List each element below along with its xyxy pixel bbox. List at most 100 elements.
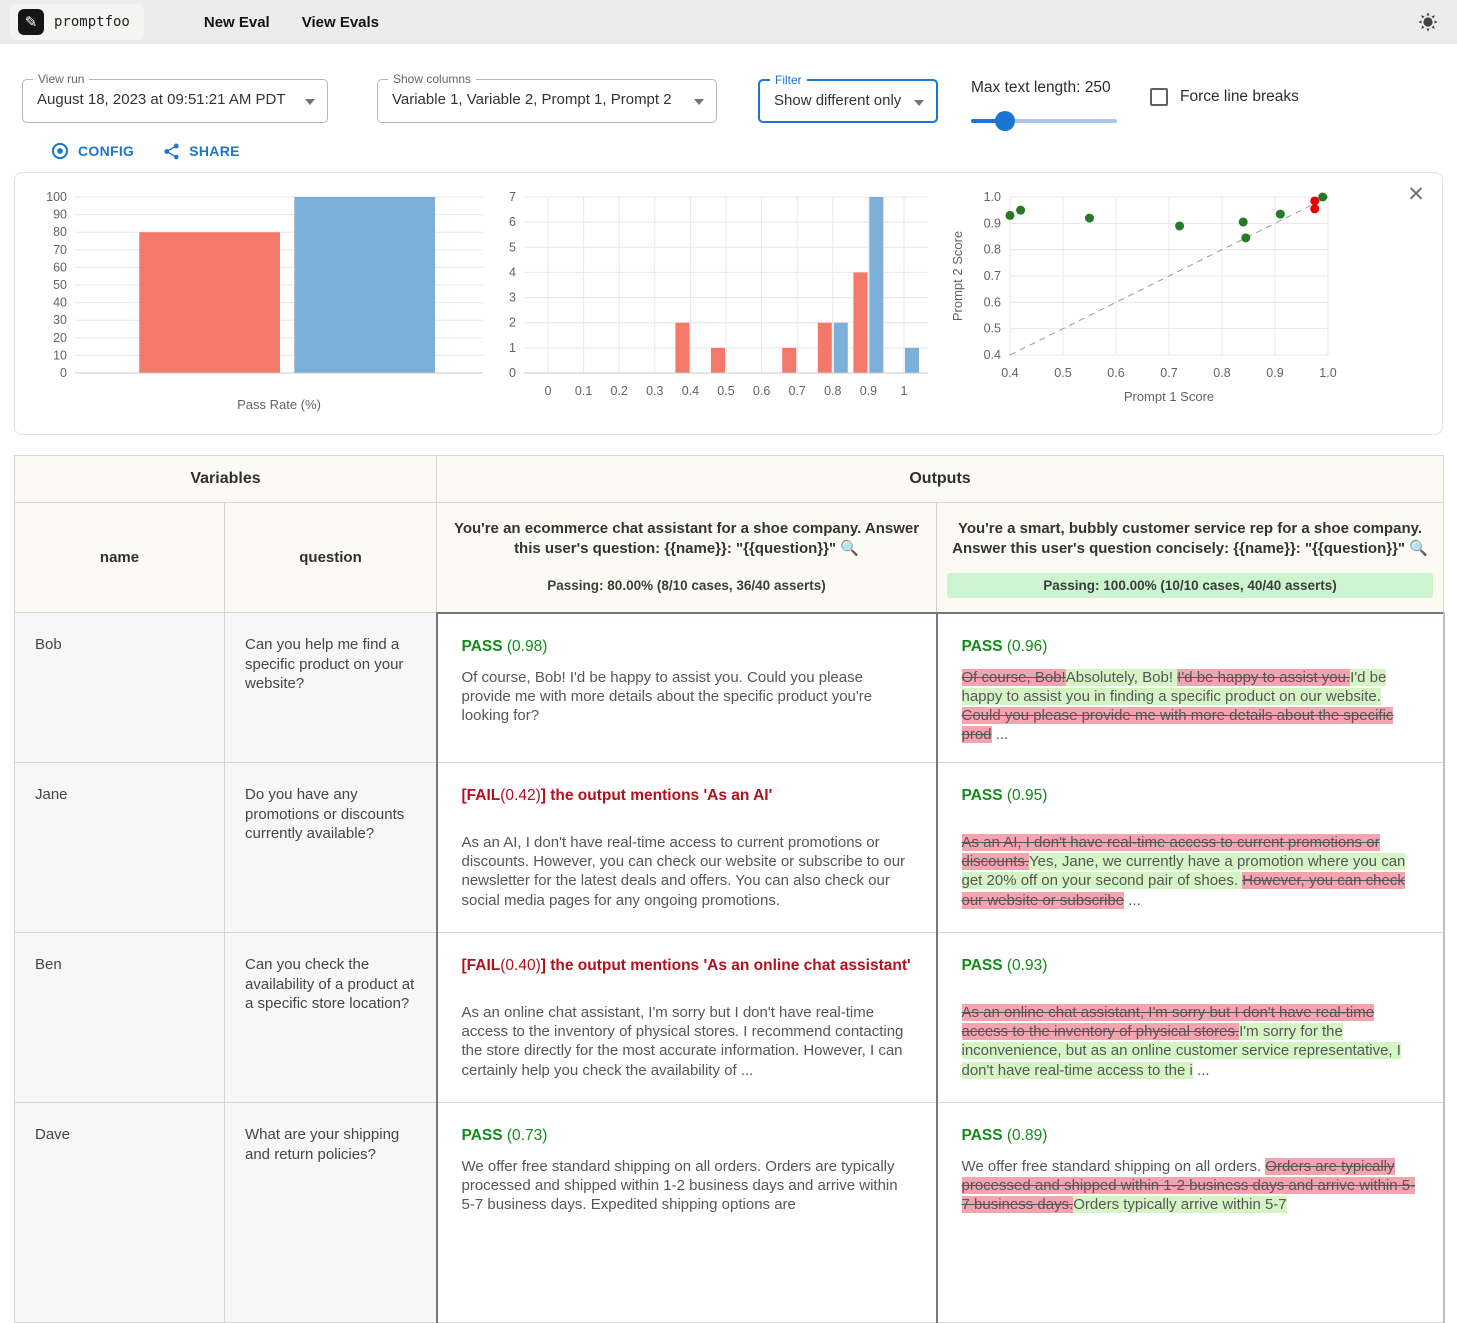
svg-text:0.8: 0.8: [1213, 366, 1230, 380]
results-table: Variables Outputs name question You're a…: [14, 455, 1445, 1323]
svg-text:0.6: 0.6: [753, 384, 770, 398]
svg-text:0: 0: [509, 366, 516, 380]
max-text-length-control: Max text length: 250: [971, 79, 1117, 123]
prompt1-output-cell[interactable]: PASS (0.73)We offer free standard shippi…: [437, 1103, 937, 1323]
chevron-down-icon: [914, 100, 924, 106]
prompt1-output-cell[interactable]: [FAIL(0.42)] the output mentions 'As an …: [437, 763, 937, 933]
svg-text:Prompt 1 Score: Prompt 1 Score: [1124, 389, 1214, 404]
output-text: As an online chat assistant, I'm sorry b…: [462, 1003, 912, 1080]
main-nav: New Eval View Evals: [204, 14, 379, 31]
svg-text:80: 80: [53, 225, 67, 239]
svg-text:90: 90: [53, 208, 67, 222]
var-name-cell: Ben: [15, 933, 225, 1103]
svg-text:1.0: 1.0: [984, 190, 1001, 204]
svg-text:3: 3: [509, 291, 516, 305]
svg-text:0.4: 0.4: [984, 348, 1001, 362]
status-badge: PASS (0.98): [462, 638, 912, 656]
show-columns-select[interactable]: Show columns Variable 1, Variable 2, Pro…: [377, 79, 717, 123]
svg-text:0.5: 0.5: [984, 322, 1001, 336]
svg-text:0.5: 0.5: [1054, 366, 1071, 380]
output-text: As an AI, I don't have real-time access …: [462, 833, 912, 910]
diff-segment-ins: Absolutely, Bob!: [1066, 669, 1177, 686]
brightness-toggle-icon[interactable]: [1417, 11, 1439, 33]
svg-text:1.0: 1.0: [1319, 366, 1336, 380]
output-text: As an AI, I don't have real-time access …: [962, 833, 1419, 910]
navbar: ✎ promptfoo New Eval View Evals: [0, 0, 1457, 44]
diff-segment-plain: Of course, Bob! I'd be happy to assist y…: [462, 669, 873, 724]
svg-text:0.3: 0.3: [646, 384, 663, 398]
prompt2-output-cell[interactable]: PASS (0.89)We offer free standard shippi…: [937, 1103, 1444, 1323]
force-line-breaks-control[interactable]: Force line breaks: [1150, 88, 1299, 106]
svg-text:Prompt 2 Score: Prompt 2 Score: [950, 231, 965, 321]
svg-text:0.9: 0.9: [860, 384, 877, 398]
var-name-cell: Dave: [15, 1103, 225, 1323]
svg-text:0: 0: [60, 366, 67, 380]
filter-label: Filter: [770, 73, 807, 87]
svg-text:0.9: 0.9: [984, 216, 1001, 230]
slider-thumb[interactable]: [995, 111, 1015, 131]
var-question-cell: Can you check the availability of a prod…: [225, 933, 437, 1103]
diff-segment-plain: ...: [1124, 892, 1141, 909]
svg-text:0.7: 0.7: [1160, 366, 1177, 380]
results-table-wrap: Variables Outputs name question You're a…: [14, 455, 1443, 1323]
svg-text:100: 100: [46, 190, 67, 204]
prompt2-output-cell[interactable]: PASS (0.96)Of course, Bob!Absolutely, Bo…: [937, 613, 1444, 763]
svg-text:50: 50: [53, 278, 67, 292]
config-button[interactable]: CONFIG: [50, 141, 134, 161]
status-badge: PASS (0.93): [962, 957, 1419, 975]
prompt2-output-cell[interactable]: PASS (0.95) As an AI, I don't have real-t…: [937, 763, 1444, 933]
svg-text:0.8: 0.8: [824, 384, 841, 398]
show-columns-label: Show columns: [388, 72, 476, 86]
share-button-label: SHARE: [189, 143, 240, 159]
prompt1-output-cell[interactable]: PASS (0.98) Of course, Bob! I'd be happy …: [437, 613, 937, 763]
share-button[interactable]: SHARE: [162, 141, 240, 161]
pencil-logo-icon: ✎: [18, 9, 44, 35]
svg-text:30: 30: [53, 313, 67, 327]
filter-select[interactable]: Filter Show different only: [758, 79, 938, 123]
prompt2-column-header[interactable]: You're a smart, bubbly customer service …: [937, 503, 1444, 613]
charts-panel: 0102030405060708090100Pass Rate (%) 0123…: [14, 172, 1443, 435]
max-text-length-label: Max text length: 250: [971, 79, 1117, 97]
svg-text:70: 70: [53, 243, 67, 257]
nav-new-eval[interactable]: New Eval: [204, 14, 270, 31]
show-columns-value: Variable 1, Variable 2, Prompt 1, Prompt…: [392, 91, 672, 108]
diff-segment-plain: ...: [992, 726, 1009, 743]
nav-view-evals[interactable]: View Evals: [302, 14, 379, 31]
view-run-label: View run: [33, 72, 89, 86]
svg-text:1: 1: [509, 341, 516, 355]
svg-text:0.2: 0.2: [611, 384, 628, 398]
view-run-select[interactable]: View run August 18, 2023 at 09:51:21 AM …: [22, 79, 328, 123]
force-line-breaks-label: Force line breaks: [1180, 88, 1299, 106]
svg-text:40: 40: [53, 296, 67, 310]
svg-text:0.7: 0.7: [984, 269, 1001, 283]
svg-text:60: 60: [53, 260, 67, 274]
svg-text:5: 5: [509, 240, 516, 254]
status-badge: PASS (0.73): [462, 1127, 912, 1145]
svg-text:0.7: 0.7: [789, 384, 806, 398]
prompt1-passing-stat: Passing: 80.00% (8/10 cases, 36/40 asser…: [447, 573, 926, 598]
status-badge: PASS (0.95): [962, 787, 1419, 805]
svg-text:2: 2: [509, 316, 516, 330]
brand-home-link[interactable]: ✎ promptfoo: [10, 4, 144, 40]
svg-text:0.9: 0.9: [1266, 366, 1283, 380]
prompt1-output-cell[interactable]: [FAIL(0.40)] the output mentions 'As an …: [437, 933, 937, 1103]
prompt1-text: You're an ecommerce chat assistant for a…: [447, 519, 926, 560]
prompt1-column-header[interactable]: You're an ecommerce chat assistant for a…: [437, 503, 937, 613]
var-question-cell: Do you have any promotions or discounts …: [225, 763, 437, 933]
max-text-length-slider[interactable]: [971, 119, 1117, 123]
toolbar: CONFIG SHARE: [50, 141, 240, 161]
output-text: As an online chat assistant, I'm sorry b…: [962, 1003, 1419, 1080]
diff-segment-plain: We offer free standard shipping on all o…: [962, 1158, 1266, 1175]
output-text: We offer free standard shipping on all o…: [962, 1157, 1419, 1215]
prompt2-text: You're a smart, bubbly customer service …: [947, 519, 1433, 560]
close-icon[interactable]: ✕: [1404, 183, 1428, 207]
prompt2-output-cell[interactable]: PASS (0.93) As an online chat assistant, …: [937, 933, 1444, 1103]
diff-segment-del: I'd be happy to assist you.: [1177, 669, 1350, 686]
var-name-cell: Bob: [15, 613, 225, 763]
var-name-cell: Jane: [15, 763, 225, 933]
diff-segment-plain: As an online chat assistant, I'm sorry b…: [462, 1004, 904, 1079]
eye-icon: [50, 141, 70, 161]
promptfoo-app: ✎ promptfoo New Eval View Evals View run…: [0, 0, 1457, 1202]
force-line-breaks-checkbox[interactable]: [1150, 88, 1168, 106]
svg-text:7: 7: [509, 190, 516, 204]
